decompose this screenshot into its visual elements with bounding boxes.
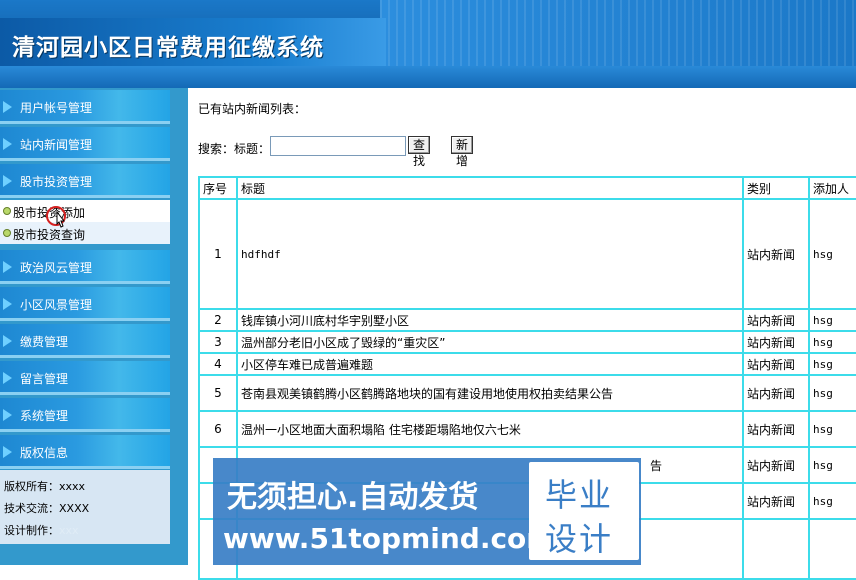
table-row[interactable]: 6 温州一小区地面大面积塌陷 住宅楼距塌陷地仅六七米 站内新闻 hsg — [198, 410, 856, 448]
col-header-no: 序号 — [198, 176, 238, 200]
table-row[interactable]: 4 小区停车难已成普遍难题 站内新闻 hsg — [198, 352, 856, 376]
cell-author: hsg — [808, 446, 856, 484]
cell-author: hsg — [808, 330, 856, 354]
menu-payments[interactable]: 缴费管理 — [0, 324, 170, 358]
menu-site-news[interactable]: 站内新闻管理 — [0, 127, 170, 161]
menu-label: 小区风景管理 — [20, 298, 93, 312]
bullet-icon — [3, 229, 11, 237]
cell-category: 站内新闻 — [742, 374, 810, 412]
watermark-banner: 无须担心.自动发货 www.51topmind.com 毕业 设计 — [213, 458, 641, 565]
cell-category: 站内新闻 — [742, 446, 810, 484]
arrow-right-icon — [3, 101, 12, 113]
menu-label: 用户帐号管理 — [20, 101, 93, 115]
arrow-right-icon — [3, 409, 12, 421]
copyright-info: 版权所有：xxxx 技术交流：XXXX 设计制作：xxx — [0, 470, 170, 544]
cell-no: 4 — [198, 352, 238, 376]
sidebar: 用户帐号管理 站内新闻管理 股市投资管理 股市投资添加 股市投资查询 政治风云管… — [0, 88, 188, 565]
cell-title[interactable]: hdfhdf — [236, 198, 744, 310]
submenu-stock-query[interactable]: 股市投资查询 — [0, 222, 170, 244]
cell-category: 站内新闻 — [742, 330, 810, 354]
design-value: xxx — [59, 524, 79, 537]
watermark-badge-line2: 设计 — [545, 520, 614, 558]
header-banner: 清河园小区日常费用征缴系统 — [0, 0, 856, 88]
arrow-right-icon — [3, 298, 12, 310]
table-row[interactable]: 2 钱库镇小河川底村华宇别墅小区 站内新闻 hsg — [198, 308, 856, 332]
menu-user-accounts[interactable]: 用户帐号管理 — [0, 90, 170, 124]
cell-category: 站内新闻 — [742, 352, 810, 376]
cell-category: 站内新闻 — [742, 482, 810, 520]
cell-author: hsg — [808, 374, 856, 412]
cell-no: 6 — [198, 410, 238, 448]
add-button[interactable]: 新增 — [451, 136, 474, 168]
col-header-category: 类别 — [742, 176, 810, 200]
header-stripes — [380, 0, 856, 66]
watermark-badge-line1: 毕业 — [545, 476, 614, 514]
support-line: 技术交流：XXXX — [4, 502, 90, 515]
design-label: 设计制作： — [4, 524, 59, 537]
menu-copyright[interactable]: 版权信息 — [0, 435, 170, 469]
cell-category: 站内新闻 — [742, 198, 810, 310]
cell-title[interactable]: 苍南县观美镇鹤腾小区鹤腾路地块的国有建设用地使用权拍卖结果公告 — [236, 374, 744, 412]
cell-no: 3 — [198, 330, 238, 354]
col-header-author: 添加人 — [808, 176, 856, 200]
cell-no: 5 — [198, 374, 238, 412]
arrow-right-icon — [3, 138, 12, 150]
col-header-title: 标题 — [236, 176, 744, 200]
menu-label: 政治风云管理 — [20, 261, 93, 275]
cell-author — [808, 518, 856, 580]
search-button[interactable]: 查找 — [408, 136, 431, 168]
table-row[interactable]: 5 苍南县观美镇鹤腾小区鹤腾路地块的国有建设用地使用权拍卖结果公告 站内新闻 h… — [198, 374, 856, 412]
search-label: 搜索：标题： — [198, 142, 271, 156]
copyright-line: 版权所有：xxxx — [4, 480, 86, 493]
app-title: 清河园小区日常费用征缴系统 — [12, 34, 324, 61]
sidebar-menu: 用户帐号管理 站内新闻管理 股市投资管理 股市投资添加 股市投资查询 政治风云管… — [0, 88, 170, 565]
cell-no: 1 — [198, 198, 238, 310]
cell-author: hsg — [808, 482, 856, 520]
menu-label: 股市投资管理 — [20, 175, 93, 189]
table-row[interactable]: 3 温州部分老旧小区成了毁绿的“重灾区” 站内新闻 hsg — [198, 330, 856, 354]
cell-no: 2 — [198, 308, 238, 332]
cell-category — [742, 518, 810, 580]
arrow-right-icon — [3, 446, 12, 458]
menu-label: 版权信息 — [20, 446, 69, 460]
menu-label: 留言管理 — [20, 372, 69, 386]
cell-category: 站内新闻 — [742, 308, 810, 332]
arrow-right-icon — [3, 372, 12, 384]
table-row[interactable]: 1 hdfhdf 站内新闻 hsg — [198, 198, 856, 310]
title-search-input[interactable] — [270, 136, 406, 156]
design-line: 设计制作：xxx — [4, 522, 79, 538]
cell-title[interactable]: 钱库镇小河川底村华宇别墅小区 — [236, 308, 744, 332]
cell-title[interactable]: 温州一小区地面大面积塌陷 住宅楼距塌陷地仅六七米 — [236, 410, 744, 448]
header-bottom-bar — [0, 66, 856, 88]
cell-title[interactable]: 小区停车难已成普遍难题 — [236, 352, 744, 376]
cell-title[interactable]: 温州部分老旧小区成了毁绿的“重灾区” — [236, 330, 744, 354]
watermark-url: www.51topmind.com — [223, 522, 556, 555]
watermark-badge: 毕业 设计 — [529, 462, 639, 560]
menu-politics[interactable]: 政治风云管理 — [0, 250, 170, 284]
arrow-right-icon — [3, 261, 12, 273]
menu-stock-investment[interactable]: 股市投资管理 — [0, 164, 170, 198]
menu-label: 站内新闻管理 — [20, 138, 93, 152]
arrow-right-icon — [3, 335, 12, 347]
menu-scenery[interactable]: 小区风景管理 — [0, 287, 170, 321]
mouse-cursor-icon — [46, 206, 66, 228]
cell-author: hsg — [808, 198, 856, 310]
table-header-row: 序号 标题 类别 添加人 — [198, 176, 856, 200]
submenu-stock-add[interactable]: 股市投资添加 — [0, 200, 170, 222]
watermark-slogan: 无须担心.自动发货 — [227, 480, 479, 515]
cell-author: hsg — [808, 410, 856, 448]
menu-label: 系统管理 — [20, 409, 69, 423]
menu-system[interactable]: 系统管理 — [0, 398, 170, 432]
list-title: 已有站内新闻列表： — [198, 102, 307, 116]
cell-author: hsg — [808, 352, 856, 376]
arrow-right-icon — [3, 175, 12, 187]
menu-label: 缴费管理 — [20, 335, 69, 349]
bullet-icon — [3, 207, 11, 215]
menu-messages[interactable]: 留言管理 — [0, 361, 170, 395]
cell-author: hsg — [808, 308, 856, 332]
cell-category: 站内新闻 — [742, 410, 810, 448]
